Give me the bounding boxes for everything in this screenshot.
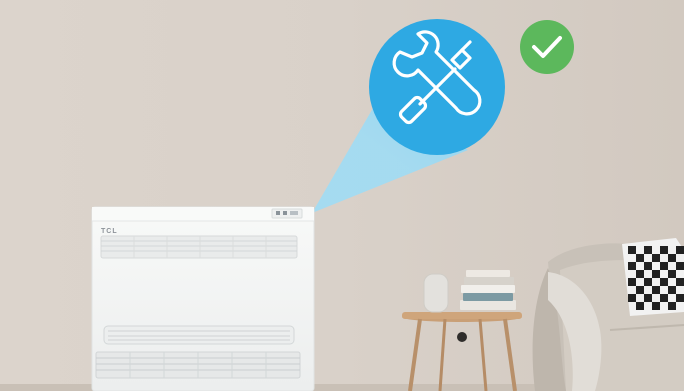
top-grille	[100, 235, 298, 259]
service-badge	[369, 19, 505, 155]
checkered-pillow	[622, 238, 684, 316]
ac-unit	[91, 206, 315, 391]
room-illustration	[0, 0, 684, 391]
ac-brand-logo: TCL	[101, 228, 118, 235]
checkmark-icon	[520, 20, 574, 74]
book-stack	[460, 270, 516, 310]
scene: TCL	[0, 0, 684, 391]
middle-outlet	[103, 325, 295, 345]
smart-speaker	[423, 273, 449, 313]
armchair	[532, 238, 684, 391]
bottom-grille	[95, 351, 301, 379]
